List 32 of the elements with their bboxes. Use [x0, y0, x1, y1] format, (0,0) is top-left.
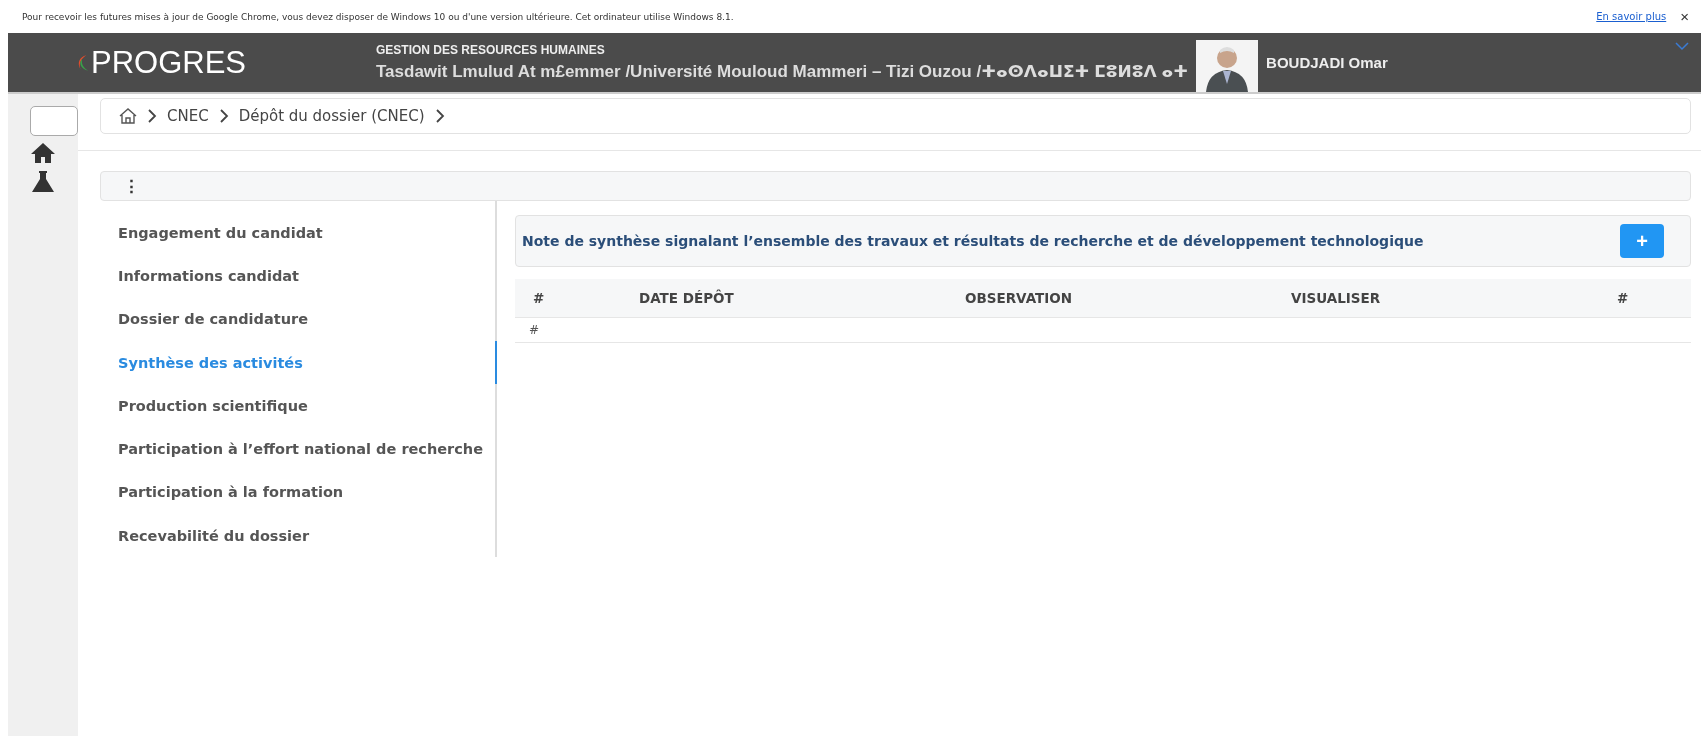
nav-item[interactable]: Participation à la formation	[100, 470, 497, 515]
nav-item[interactable]: Recevabilité du dossier	[100, 514, 497, 558]
more-menu-button[interactable]: ⋮	[119, 175, 144, 197]
close-button[interactable]: ×	[1680, 8, 1689, 25]
update-notice: Pour recevoir les futures mises à jour de Google Chrome, vous devez disposer de Windows 10 ou d'une version ultérieure. Cet ordinateur utilise Windows 8.1.	[22, 11, 735, 22]
nav-item[interactable]: Informations candidat	[100, 254, 497, 298]
header-title: Tasdawit Lmulud At m£emmer /Université Mouloud Mammeri – Tizi Ouzou /ⵜⴰⵙⴷⴰⵡⵉⵜ ⵎⵓⵍⵓⴷ ⴰⵜ	[376, 61, 1189, 82]
chevron-right-icon	[147, 109, 157, 123]
column-header: #	[515, 279, 621, 318]
user-name[interactable]: BOUDJADI Omar	[1266, 54, 1388, 71]
breadcrumb-link[interactable]: Dépôt du dossier (CNEC)	[238, 107, 425, 125]
nav-item[interactable]: Participation à l’effort national de recherche	[100, 427, 497, 471]
home-icon[interactable]	[30, 142, 56, 164]
app-logo: PROGRES	[90, 44, 246, 81]
chevron-right-icon	[434, 109, 445, 123]
column-header: VISUALISER	[1273, 279, 1599, 318]
column-header: #	[1599, 279, 1691, 318]
learn-more-link[interactable]: En savoir plus	[1596, 11, 1667, 22]
nav-item[interactable]: Synthèse des activités	[100, 340, 497, 385]
header-subtitle: GESTION DES RESOURCES HUMAINES	[376, 43, 606, 57]
card-title: Note de synthèse signalant l’ensemble des travaux et résultats de recherche et de développement technologique	[522, 233, 1424, 249]
nav-item[interactable]: Engagement du candidat	[100, 211, 497, 255]
home-icon[interactable]	[119, 108, 137, 124]
nav-item[interactable]: Production scientifique	[100, 384, 497, 428]
input-field[interactable]	[30, 106, 78, 136]
nav-item[interactable]: Dossier de candidature	[100, 297, 497, 341]
table-cell: #	[515, 317, 621, 343]
breadcrumb-link[interactable]: CNEC	[167, 107, 209, 125]
flask-icon[interactable]	[31, 170, 55, 194]
chevron-right-icon	[218, 109, 229, 123]
column-header: DATE DÉPÔT	[621, 279, 947, 318]
column-header: OBSERVATION	[947, 279, 1273, 318]
